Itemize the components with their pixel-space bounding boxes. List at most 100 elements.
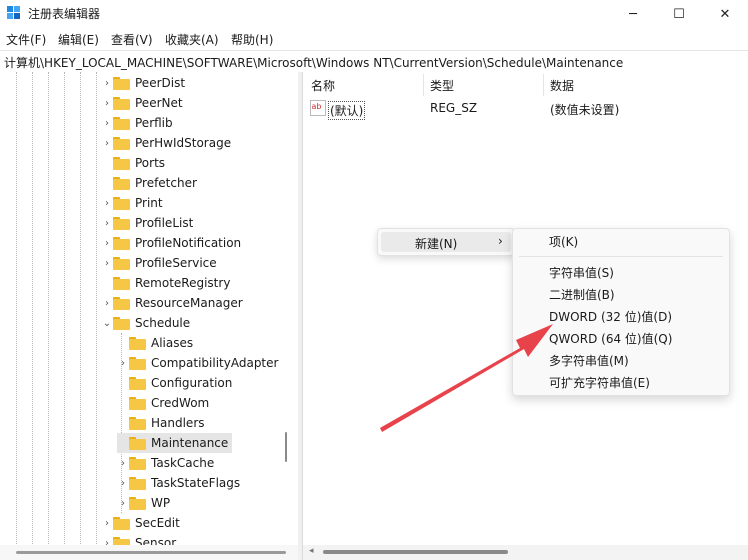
menu-favorites[interactable]: 收藏夹(A) [165,31,219,48]
chevron-right-icon[interactable]: › [101,73,113,93]
chevron-right-icon[interactable]: › [101,93,113,113]
tree-item-label: Schedule [135,316,191,330]
context-menu: 新建(N) › [377,228,515,256]
folder-icon [129,416,146,430]
chevron-right-icon[interactable]: › [117,473,129,493]
folder-icon [113,216,130,230]
tree-horizontal-scrollbar[interactable] [0,545,298,560]
tree-hscroll-thumb[interactable] [16,551,286,554]
tree-item-label: Handlers [151,416,205,430]
tree-item-label: PeerNet [135,96,183,110]
tree-item-label: ProfileNotification [135,236,242,250]
registry-editor-icon [7,6,20,19]
menu-file[interactable]: 文件(F) [6,31,46,48]
column-separator[interactable] [423,74,424,96]
folder-icon [113,196,130,210]
list-horizontal-scrollbar[interactable]: ◂ [303,545,748,560]
tree-item-label: TaskCache [151,456,215,470]
submenu-key[interactable]: 项(K) [549,233,578,250]
tree-item[interactable]: › TaskCache [117,453,214,473]
tree-item[interactable]: › SecEdit [101,513,180,533]
tree-item[interactable]: Aliases [117,333,193,353]
context-new-label: 新建(N) [415,237,458,251]
folder-icon [113,156,130,170]
chevron-right-icon[interactable]: › [101,193,113,213]
folder-icon [129,336,146,350]
submenu-string-value[interactable]: 字符串值(S) [549,264,614,281]
column-header-name[interactable]: 名称 [311,77,335,94]
chevron-right-icon[interactable]: › [117,453,129,473]
folder-icon [129,476,146,490]
registry-tree[interactable]: › PeerDist › PeerNet › Perflib › PerHwIdStorage… [0,72,298,560]
tree-item[interactable]: ⌄ Schedule [101,313,190,333]
folder-icon [129,456,146,470]
close-icon: ✕ [719,6,731,22]
chevron-right-icon[interactable]: › [101,233,113,253]
tree-item-label: ProfileList [135,216,194,230]
tree-item[interactable]: › ProfileNotification [101,233,241,253]
value-data: (数值未设置) [550,103,620,117]
address-bar[interactable]: 计算机\HKEY_LOCAL_MACHINE\SOFTWARE\Microsof… [0,50,748,74]
chevron-down-icon[interactable]: ⌄ [101,313,113,333]
tree-item[interactable]: › ProfileList [101,213,193,233]
scroll-left-icon[interactable]: ◂ [309,546,314,556]
tree-item[interactable]: › ProfileService [101,253,217,273]
tree-item[interactable]: › Print [101,193,163,213]
folder-icon [129,436,146,450]
chevron-right-icon[interactable]: › [101,113,113,133]
tree-item[interactable]: Configuration [117,373,232,393]
chevron-right-icon[interactable]: › [117,493,129,513]
chevron-right-icon[interactable]: › [101,293,113,313]
tree-item[interactable]: Handlers [117,413,205,433]
tree-scrollbar-thumb[interactable] [285,432,287,462]
folder-icon [113,276,130,290]
tree-item-label: CompatibilityAdapter [151,356,279,370]
tree-item-label: ProfileService [135,256,217,270]
tree-item[interactable]: › PeerDist [101,73,185,93]
tree-item[interactable]: › PerHwIdStorage [101,133,231,153]
folder-icon [113,236,130,250]
menu-help[interactable]: 帮助(H) [231,31,273,48]
chevron-right-icon[interactable]: › [101,253,113,273]
menu-view[interactable]: 查看(V) [111,31,153,48]
chevron-right-icon[interactable]: › [101,133,113,153]
tree-item[interactable]: › TaskStateFlags [117,473,240,493]
chevron-right-icon[interactable]: › [101,213,113,233]
column-header-type[interactable]: 类型 [430,77,454,94]
address-path[interactable]: 计算机\HKEY_LOCAL_MACHINE\SOFTWARE\Microsof… [4,54,623,71]
minimize-button[interactable]: ─ [610,0,656,28]
menu-edit[interactable]: 编辑(E) [58,31,99,48]
folder-icon [129,376,146,390]
list-hscroll-thumb[interactable] [323,550,508,554]
tree-item[interactable]: › WP [117,493,170,513]
tree-item[interactable]: › Perflib [101,113,173,133]
tree-item[interactable]: CredWom [117,393,209,413]
column-separator[interactable] [543,74,544,96]
tree-item-label: CredWom [151,396,210,410]
close-button[interactable]: ✕ [702,0,748,28]
tree-item[interactable]: › PeerNet [101,93,183,113]
context-new-item[interactable]: 新建(N) › [381,232,511,252]
column-header-data[interactable]: 数据 [550,77,574,94]
window-title: 注册表编辑器 [28,7,101,21]
tree-item[interactable]: › ResourceManager [101,293,243,313]
chevron-right-icon[interactable]: › [101,513,113,533]
tree-item[interactable]: RemoteRegistry [101,273,230,293]
tree-item[interactable]: Maintenance [117,433,233,453]
tree-item-label: Prefetcher [135,176,197,190]
chevron-right-icon[interactable]: › [117,353,129,373]
maximize-button[interactable]: ☐ [656,0,702,28]
tree-item[interactable]: Ports [101,153,165,173]
tree-item-label: PeerDist [135,76,186,90]
value-name[interactable]: (默认) [328,101,366,120]
tree-item[interactable]: Prefetcher [101,173,197,193]
folder-icon [129,496,146,510]
submenu-binary-value[interactable]: 二进制值(B) [549,286,615,303]
tree-item[interactable]: › CompatibilityAdapter [117,353,278,373]
minimize-icon: ─ [629,6,637,22]
